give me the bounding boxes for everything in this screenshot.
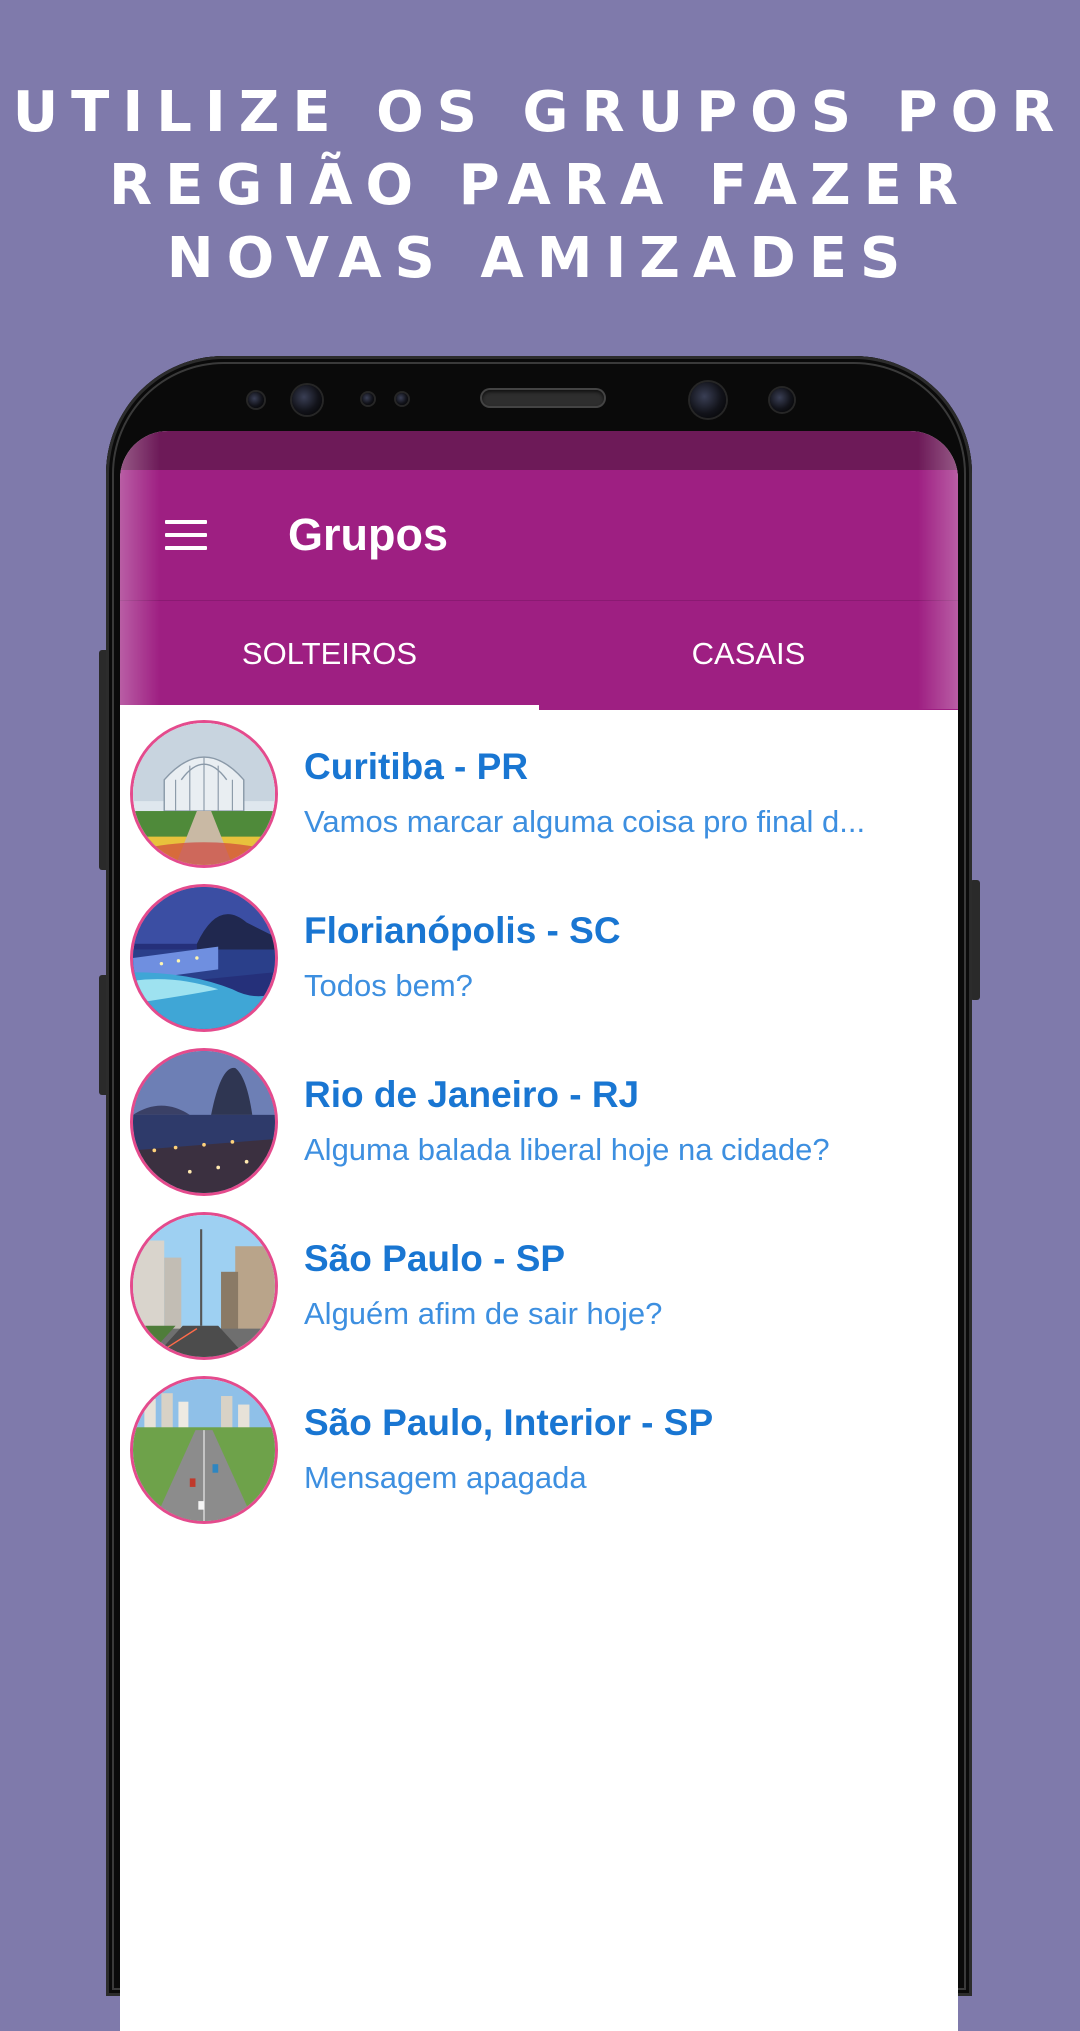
tab-casais[interactable]: CASAIS: [539, 601, 958, 710]
group-name: Florianópolis - SC: [304, 910, 621, 951]
group-name: Curitiba - PR: [304, 746, 529, 787]
headline-line-2: REGIÃO PARA FAZER: [109, 153, 971, 218]
group-last-message: Alguma balada liberal hoje na cidade?: [304, 1132, 830, 1167]
group-last-message: Alguém afim de sair hoje?: [304, 1296, 663, 1331]
sensor-dot-icon: [396, 393, 408, 405]
iris-scanner-icon: [292, 385, 322, 415]
group-name: Rio de Janeiro - RJ: [304, 1074, 640, 1115]
group-avatar-florianopolis: [130, 884, 278, 1032]
sensor-dot-icon: [362, 393, 374, 405]
tab-solteiros[interactable]: SOLTEIROS: [120, 601, 539, 710]
group-name: São Paulo, Interior - SP: [304, 1402, 714, 1443]
group-avatar-sao-paulo-interior: [130, 1376, 278, 1524]
headline-line-1: UTILIZE OS GRUPOS POR: [12, 80, 1068, 145]
proximity-sensor-icon: [248, 392, 264, 408]
group-item-sao-paulo[interactable]: São Paulo - SP Alguém afim de sair hoje?: [120, 1202, 958, 1366]
group-avatar-curitiba: [130, 720, 278, 868]
group-item-curitiba[interactable]: Curitiba - PR Vamos marcar alguma coisa …: [120, 710, 958, 874]
phone-frame: Grupos SOLTEIROS CASAIS Curitiba - PR Va…: [106, 356, 972, 2031]
group-avatar-sao-paulo: [130, 1212, 278, 1360]
group-name: São Paulo - SP: [304, 1238, 566, 1279]
earpiece-speaker: [482, 390, 604, 406]
tab-bar: SOLTEIROS CASAIS: [120, 600, 958, 710]
headline-line-3: NOVAS AMIZADES: [166, 226, 914, 291]
status-bar: [120, 431, 958, 470]
group-item-sao-paulo-interior[interactable]: São Paulo, Interior - SP Mensagem apagad…: [120, 1366, 958, 1530]
group-list: Curitiba - PR Vamos marcar alguma coisa …: [120, 710, 958, 1530]
group-last-message: Vamos marcar alguma coisa pro final d...: [304, 804, 866, 839]
group-avatar-rio-de-janeiro: [130, 1048, 278, 1196]
group-last-message: Mensagem apagada: [304, 1460, 587, 1495]
hamburger-menu-icon[interactable]: [165, 520, 207, 550]
group-item-florianopolis[interactable]: Florianópolis - SC Todos bem?: [120, 874, 958, 1038]
group-last-message: Todos bem?: [304, 968, 473, 1003]
phone-screen: Grupos SOLTEIROS CASAIS Curitiba - PR Va…: [120, 431, 958, 2031]
app-bar: Grupos: [120, 470, 958, 600]
group-item-rio-de-janeiro[interactable]: Rio de Janeiro - RJ Alguma balada libera…: [120, 1038, 958, 1202]
light-sensor-icon: [770, 388, 794, 412]
page-title: Grupos: [288, 509, 449, 560]
promo-headline: UTILIZE OS GRUPOS POR REGIÃO PARA FAZER …: [0, 76, 1080, 295]
front-camera-icon: [690, 382, 726, 418]
